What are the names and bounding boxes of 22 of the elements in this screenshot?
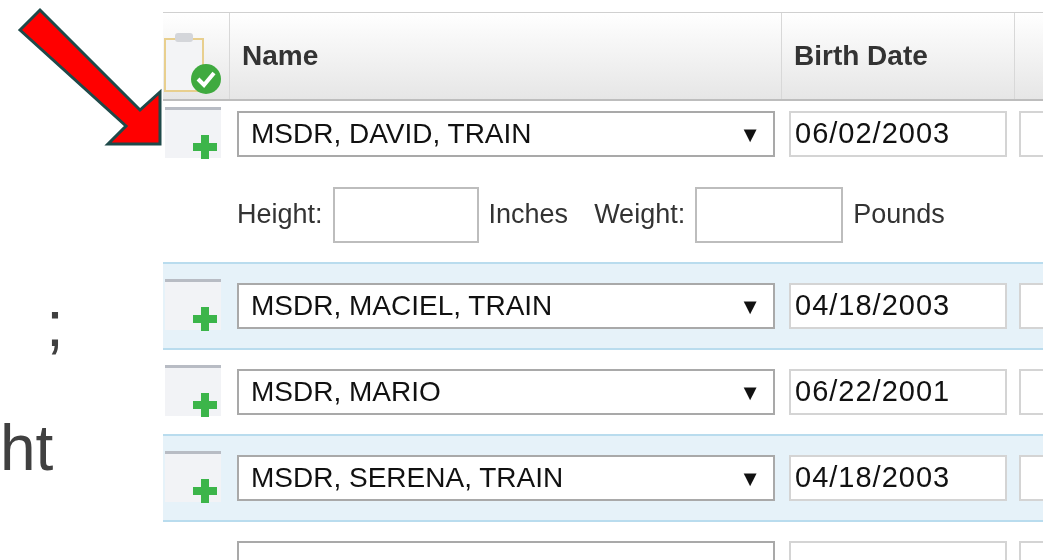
birth-date-field[interactable]: 06/02/2003 bbox=[789, 111, 1007, 157]
height-label: Height: bbox=[237, 198, 323, 232]
slide-text: ht bbox=[0, 416, 55, 480]
name-select[interactable]: MSDR, SERENA, TRAIN ▼ bbox=[237, 455, 775, 501]
slide-text: ; bbox=[46, 292, 65, 356]
name-select[interactable]: MSDR, DAVID, TRAIN ▼ bbox=[237, 111, 775, 157]
height-unit: Inches bbox=[488, 198, 569, 232]
input-field[interactable] bbox=[1019, 283, 1043, 329]
name-select[interactable]: MSDR, MACIEL, TRAIN ▼ bbox=[237, 283, 775, 329]
column-header[interactable]: Name bbox=[242, 35, 319, 77]
birth-date-field[interactable]: 04/18/2003 bbox=[789, 455, 1007, 501]
birth-date-field[interactable]: 06/22/2001 bbox=[789, 369, 1007, 415]
weight-unit: Pounds bbox=[853, 198, 945, 232]
input-field[interactable] bbox=[1019, 369, 1043, 415]
birth-date-field[interactable]: 04/18/2003 bbox=[789, 283, 1007, 329]
weight-label: Weight: bbox=[594, 198, 686, 232]
input-field[interactable] bbox=[1019, 111, 1043, 157]
name-select[interactable]: MSDR, MARIO ▼ bbox=[237, 369, 775, 415]
input-field[interactable] bbox=[1019, 455, 1043, 501]
height-field[interactable] bbox=[332, 186, 479, 243]
column-header[interactable]: Birth Date bbox=[794, 35, 928, 77]
weight-field[interactable] bbox=[695, 186, 844, 243]
